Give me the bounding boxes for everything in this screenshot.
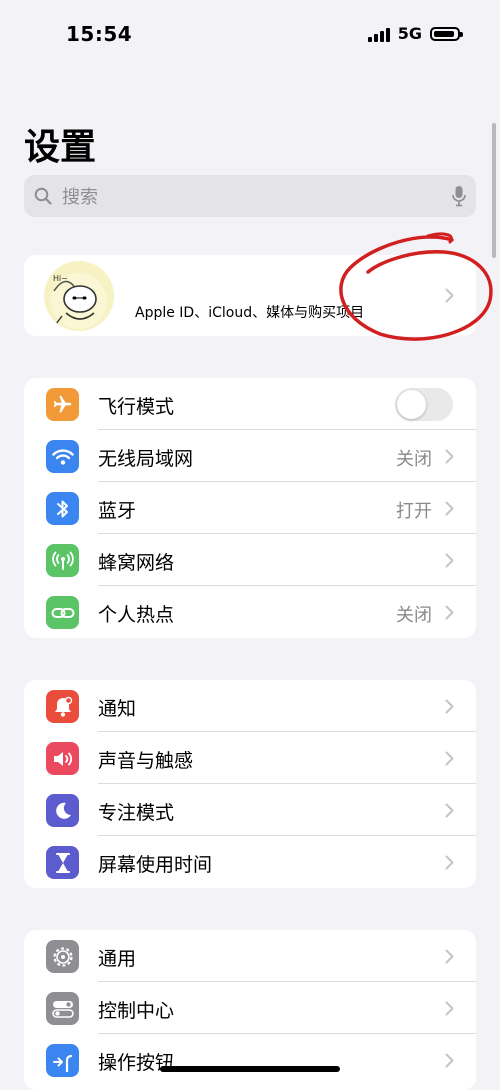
- status-time: 15:54: [66, 22, 133, 46]
- row-notifications[interactable]: 通知: [24, 680, 476, 732]
- sounds-haptics-label: 声音与触感: [98, 750, 194, 772]
- row-airplane-mode: 飞行模式: [24, 378, 476, 430]
- wifi-label: 无线局域网: [98, 448, 194, 470]
- wifi-icon: [46, 440, 79, 473]
- hotspot-status: 关闭: [396, 605, 432, 626]
- search-input[interactable]: [60, 175, 444, 219]
- airplane-mode-label: 飞行模式: [98, 396, 175, 418]
- network-type: 5G: [397, 24, 422, 43]
- chevron-right-icon: [445, 501, 454, 516]
- microphone-icon[interactable]: [452, 185, 466, 207]
- wifi-status: 关闭: [396, 449, 432, 470]
- apple-id-card[interactable]: Hi~ Apple ID、iCloud、媒体与购买项目: [24, 255, 476, 336]
- chevron-right-icon: [445, 1001, 454, 1016]
- battery-icon: [430, 26, 463, 41]
- control-center-label: 控制中心: [98, 1000, 175, 1022]
- cellular-signal-icon: [367, 26, 390, 42]
- row-action-button[interactable]: 操作按钮: [24, 1034, 476, 1086]
- scroll-indicator[interactable]: [492, 123, 496, 258]
- airplane-icon: [46, 388, 79, 421]
- row-sounds-haptics[interactable]: 声音与触感: [24, 732, 476, 784]
- bluetooth-label: 蓝牙: [98, 500, 137, 522]
- row-general[interactable]: 通用: [24, 930, 476, 982]
- home-indicator[interactable]: [160, 1066, 340, 1072]
- row-cellular[interactable]: 蜂窝网络: [24, 534, 476, 586]
- cellular-label: 蜂窝网络: [98, 552, 175, 574]
- bluetooth-status: 打开: [396, 501, 432, 522]
- notifications-section: 通知 声音与触感 专注模式 屏幕使用时间: [24, 680, 476, 888]
- moon-icon: [46, 794, 79, 827]
- row-focus[interactable]: 专注模式: [24, 784, 476, 836]
- chevron-right-icon: [445, 949, 454, 964]
- chevron-right-icon: [445, 751, 454, 766]
- status-bar: 15:54 5G: [0, 0, 500, 70]
- chevron-right-icon: [445, 699, 454, 714]
- chevron-right-icon: [445, 553, 454, 568]
- screen-time-label: 屏幕使用时间: [98, 854, 213, 876]
- chevron-right-icon: [445, 449, 454, 464]
- row-screen-time[interactable]: 屏幕使用时间: [24, 836, 476, 888]
- apple-id-label: Apple ID、iCloud、媒体与购买项目: [135, 305, 365, 321]
- bell-icon: [46, 690, 79, 723]
- chevron-right-icon: [445, 1053, 454, 1068]
- cellular-icon: [46, 544, 79, 577]
- notifications-label: 通知: [98, 698, 137, 720]
- search-icon: [34, 187, 52, 205]
- hotspot-label: 个人热点: [98, 604, 175, 626]
- action-button-icon: [46, 1044, 79, 1077]
- row-wifi[interactable]: 无线局域网 关闭: [24, 430, 476, 482]
- search-bar[interactable]: [24, 175, 476, 219]
- airplane-mode-toggle[interactable]: [395, 388, 453, 421]
- status-indicators: 5G: [367, 24, 463, 43]
- chevron-right-icon: [445, 288, 454, 303]
- switches-icon: [46, 992, 79, 1025]
- row-personal-hotspot[interactable]: 个人热点 关闭: [24, 586, 476, 638]
- focus-label: 专注模式: [98, 802, 175, 824]
- connectivity-section: 飞行模式 无线局域网 关闭 蓝牙 打开 蜂窝网络 个人热点 关闭: [24, 378, 476, 638]
- chevron-right-icon: [445, 605, 454, 620]
- general-label: 通用: [98, 948, 137, 970]
- chevron-right-icon: [445, 855, 454, 870]
- avatar: Hi~: [44, 261, 114, 331]
- row-bluetooth[interactable]: 蓝牙 打开: [24, 482, 476, 534]
- hourglass-icon: [46, 846, 79, 879]
- gear-icon: [46, 940, 79, 973]
- chevron-right-icon: [445, 803, 454, 818]
- avatar-caption: Hi~: [53, 274, 68, 283]
- row-control-center[interactable]: 控制中心: [24, 982, 476, 1034]
- speaker-icon: [46, 742, 79, 775]
- hotspot-icon: [46, 596, 79, 629]
- page-title: 设置: [24, 127, 97, 168]
- bluetooth-icon: [46, 492, 79, 525]
